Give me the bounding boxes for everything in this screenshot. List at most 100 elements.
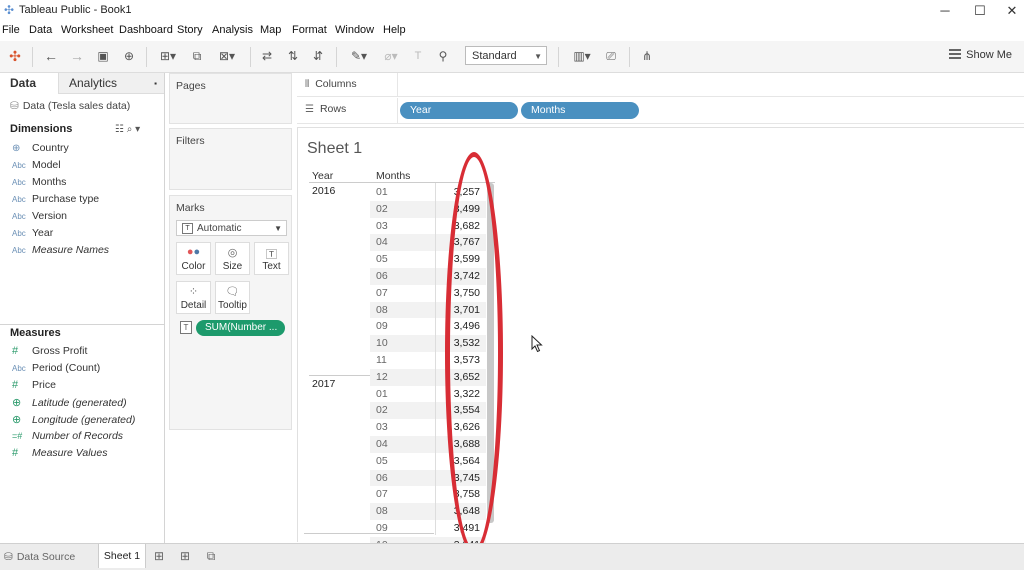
months-column-header[interactable]: Months [376, 170, 410, 182]
show-me-button[interactable]: Show Me [949, 49, 1012, 61]
field-gross-profit[interactable]: # Gross Profit [12, 345, 87, 357]
maximize-icon[interactable]: ☐ [965, 2, 995, 20]
toolbar-divider [32, 47, 33, 67]
title-bar: ✣ Tableau Public - Book1 ─ ☐ ✕ [0, 0, 1024, 22]
menu-file[interactable]: File [2, 24, 20, 36]
field-measure-values[interactable]: # Measure Values [12, 447, 107, 459]
chevron-down-icon: ▼ [274, 224, 282, 233]
save-icon[interactable]: ▣ [95, 48, 111, 64]
undo-icon[interactable]: ← [43, 48, 59, 64]
field-number-of-records[interactable]: =# Number of Records [12, 430, 123, 442]
string-type-icon: Abc [12, 212, 26, 221]
sum-number-pill[interactable]: SUM(Number ... [196, 320, 285, 336]
month-cell: 12 [376, 370, 388, 383]
show-cards-icon[interactable]: ▥▾ [569, 48, 595, 64]
new-datasource-icon[interactable]: ⊕ [121, 48, 137, 64]
month-cell: 07 [376, 488, 388, 501]
field-country[interactable]: ⊕ Country [12, 142, 69, 154]
pages-card[interactable]: Pages [169, 73, 292, 124]
menu-story[interactable]: Story [177, 24, 203, 36]
tab-data[interactable]: Data [0, 73, 58, 94]
globe-icon: ⊕ [12, 397, 22, 409]
tab-sheet-1[interactable]: Sheet 1 [98, 544, 146, 568]
field-latitude[interactable]: ⊕ Latitude (generated) [12, 396, 127, 409]
month-cell: 09 [376, 320, 388, 333]
size-icon: ◎ [227, 247, 238, 259]
text-mark-icon: T [182, 223, 193, 234]
mark-type-select[interactable]: T Automatic ▼ [176, 220, 287, 236]
tab-analytics[interactable]: Analytics ▪ [58, 73, 164, 94]
menu-window[interactable]: Window [335, 24, 374, 36]
fix-axes-icon[interactable]: ⚲ [435, 48, 451, 64]
menu-analysis[interactable]: Analysis [212, 24, 253, 36]
redo-icon[interactable]: → [69, 48, 85, 64]
month-cell: 02 [376, 404, 388, 417]
new-worksheet-icon[interactable]: ⊞ [152, 549, 166, 563]
highlight-icon[interactable]: ✎▾ [346, 48, 372, 64]
chevron-down-icon: ▼ [534, 52, 542, 61]
duplicate-sheet-icon[interactable]: ⧉ [189, 48, 205, 64]
tooltip-button[interactable]: 🗨 Tooltip [215, 281, 250, 314]
new-story-icon[interactable]: ⧉ [204, 549, 218, 563]
clear-sheet-icon[interactable]: ⊠▾ [213, 48, 241, 64]
color-button[interactable]: ●● Color [176, 242, 211, 275]
field-months[interactable]: Abc Months [12, 176, 66, 188]
sheet-tab-bar: ⛁ Data Source Sheet 1 ⊞ ⊞ ⧉ [0, 543, 1024, 570]
presentation-mode-icon[interactable]: ⎚ [603, 48, 619, 64]
year-2016-label[interactable]: 2016 [312, 185, 335, 197]
number-type-icon: # [12, 379, 19, 391]
text-button[interactable]: 🅃 Text [254, 242, 289, 275]
fit-select[interactable]: Standard ▼ [465, 46, 547, 65]
detail-button[interactable]: ⁘ Detail [176, 281, 211, 314]
year-pill[interactable]: Year [400, 102, 518, 119]
menu-map[interactable]: Map [260, 24, 281, 36]
menu-data[interactable]: Data [29, 24, 52, 36]
menu-dashboard[interactable]: Dashboard [119, 24, 173, 36]
swap-rows-columns-icon[interactable]: ⇄ [259, 48, 275, 64]
filters-card[interactable]: Filters [169, 128, 292, 190]
year-column-header[interactable]: Year [312, 170, 333, 182]
dropdown-icon[interactable]: ▾ [135, 124, 140, 135]
month-cell: 02 [376, 202, 388, 215]
new-dashboard-icon[interactable]: ⊞ [178, 549, 192, 563]
field-price[interactable]: # Price [12, 379, 56, 391]
month-cell: 06 [376, 270, 388, 282]
field-purchase-type[interactable]: Abc Purchase type [12, 193, 99, 205]
months-pill[interactable]: Months [521, 102, 639, 119]
field-version[interactable]: Abc Version [12, 210, 67, 222]
dimension-tools: ☷ ⌕ ▾ [115, 124, 140, 135]
menu-help[interactable]: Help [383, 24, 406, 36]
sheet-title[interactable]: Sheet 1 [307, 140, 362, 158]
view-toggle-icon[interactable]: ☷ [115, 124, 124, 135]
highlight-oval [445, 152, 503, 554]
share-icon[interactable]: ⋔ [639, 48, 655, 64]
sort-descending-icon[interactable]: ⇵ [310, 48, 326, 64]
new-worksheet-icon[interactable]: ⊞▾ [156, 48, 180, 64]
tab-data-source[interactable]: ⛁ Data Source [0, 544, 97, 570]
month-cell: 09 [376, 522, 388, 534]
columns-shelf[interactable]: ⫴ Columns [297, 73, 1024, 97]
group-members-icon[interactable]: ⌀▾ [378, 48, 404, 64]
marks-title: Marks [176, 202, 205, 214]
field-measure-names[interactable]: Abc Measure Names [12, 244, 109, 256]
search-icon[interactable]: ⌕ [127, 124, 133, 135]
menu-format[interactable]: Format [292, 24, 327, 36]
sort-ascending-icon[interactable]: ⇅ [285, 48, 301, 64]
tableau-home-icon[interactable]: ✣ [7, 48, 23, 64]
year-2017-label[interactable]: 2017 [312, 378, 335, 390]
toolbar-divider [336, 47, 337, 67]
datasource-item[interactable]: ⛁ Data (Tesla sales data) [10, 100, 130, 112]
size-button[interactable]: ◎ Size [215, 242, 250, 275]
field-period-count[interactable]: Abc Period (Count) [12, 362, 100, 374]
close-icon[interactable]: ✕ [997, 2, 1024, 20]
pane-menu-icon[interactable]: ▪ [154, 73, 157, 94]
show-mark-labels-icon[interactable]: T [410, 48, 426, 64]
field-year[interactable]: Abc Year [12, 227, 53, 239]
field-model[interactable]: Abc Model [12, 159, 61, 171]
field-longitude[interactable]: ⊕ Longitude (generated) [12, 413, 135, 426]
minimize-icon[interactable]: ─ [930, 2, 960, 20]
rows-shelf[interactable]: ☰ Rows Year Months [297, 98, 1024, 124]
string-type-icon: Abc [12, 246, 26, 255]
color-icon: ●● [186, 246, 201, 258]
menu-worksheet[interactable]: Worksheet [61, 24, 113, 36]
